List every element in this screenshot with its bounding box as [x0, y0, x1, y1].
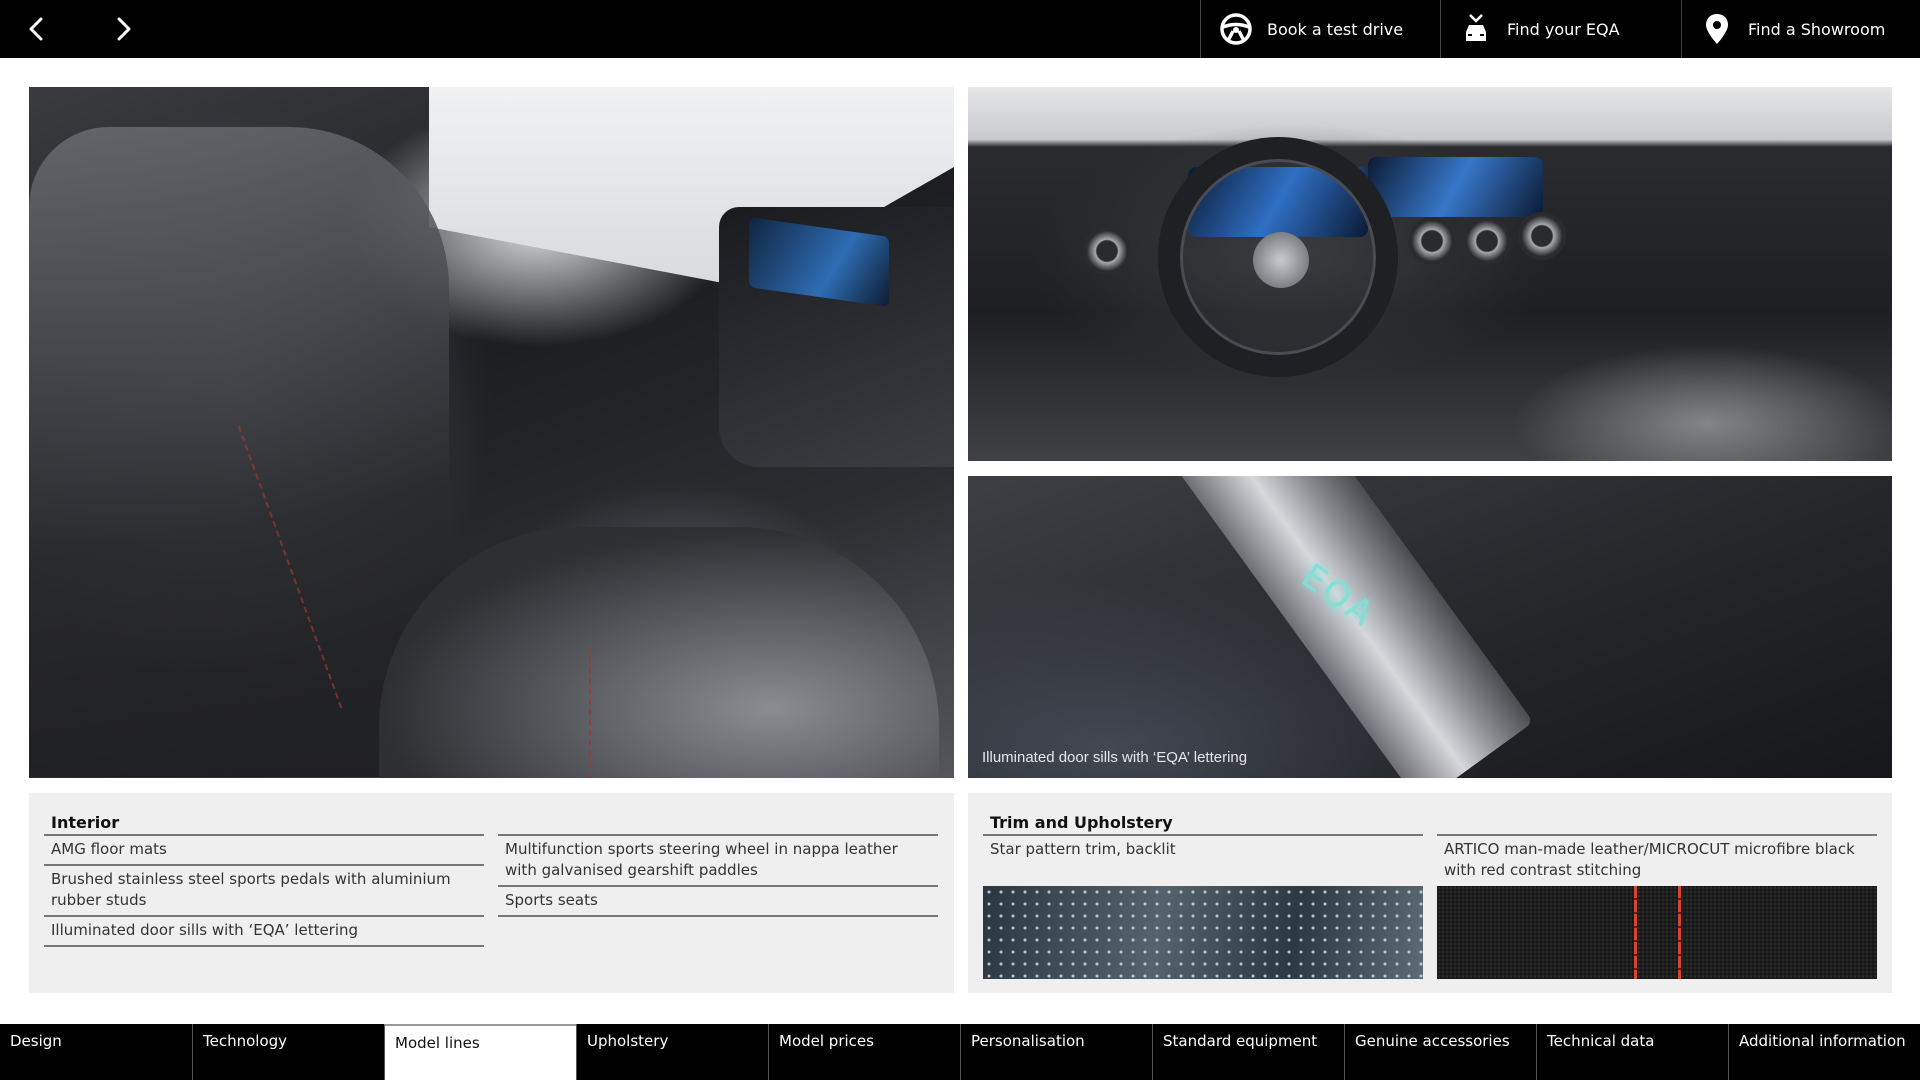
- tab-personalisation[interactable]: Personalisation: [960, 1024, 1152, 1080]
- star-pattern-swatch: [983, 886, 1423, 979]
- red-stitch-line: [1678, 886, 1681, 979]
- air-vent: [1408, 217, 1456, 265]
- car-search-icon: [1459, 12, 1493, 46]
- previous-page-button[interactable]: [19, 12, 53, 46]
- interior-panel: Interior AMG floor mats Brushed stainles…: [29, 793, 954, 993]
- find-your-eqa-button[interactable]: Find your EQA: [1440, 0, 1681, 58]
- red-stitch-line: [1634, 886, 1637, 979]
- door-sill-photo: EQA Illuminated door sills with ‘EQA’ le…: [968, 476, 1892, 778]
- feature-item: Sports seats: [498, 887, 938, 917]
- photo-caption: Illuminated door sills with ‘EQA’ letter…: [982, 749, 1248, 766]
- trim-upholstery-panel: Trim and Upholstery Star pattern trim, b…: [968, 793, 1892, 993]
- interior-column-2: Multifunction sports steering wheel in n…: [498, 809, 938, 917]
- top-bar: Book a test drive Find your EQA Find a S…: [0, 0, 1920, 58]
- tab-genuine-accessories[interactable]: Genuine accessories: [1344, 1024, 1536, 1080]
- tab-technology[interactable]: Technology: [192, 1024, 384, 1080]
- location-pin-icon: [1700, 12, 1734, 46]
- interior-title: Interior: [44, 809, 484, 836]
- divider: [1437, 809, 1877, 836]
- air-vent: [1518, 212, 1566, 260]
- find-your-eqa-label: Find your EQA: [1507, 19, 1620, 39]
- upholstery-option-label: ARTICO man-made leather/MICROCUT microfi…: [1444, 840, 1855, 879]
- trim-option-1: Trim and Upholstery Star pattern trim, b…: [983, 809, 1423, 979]
- tab-standard-equipment[interactable]: Standard equipment: [1152, 1024, 1344, 1080]
- air-vent: [1083, 227, 1131, 275]
- section-tabs: Design Technology Model lines Upholstery…: [0, 1024, 1920, 1080]
- trim-option-label: Star pattern trim, backlit: [990, 840, 1176, 858]
- feature-item: Illuminated door sills with ‘EQA’ letter…: [44, 917, 484, 947]
- feature-item: Multifunction sports steering wheel in n…: [498, 836, 938, 887]
- tab-model-prices[interactable]: Model prices: [768, 1024, 960, 1080]
- trim-title: Trim and Upholstery: [983, 809, 1423, 836]
- book-test-drive-label: Book a test drive: [1267, 19, 1404, 39]
- seat-cushion: [379, 527, 939, 778]
- tab-model-lines[interactable]: Model lines: [384, 1024, 576, 1080]
- feature-item: Brushed stainless steel sports pedals wi…: [44, 866, 484, 917]
- red-stitching: [589, 647, 591, 777]
- steering-wheel-icon: [1219, 12, 1253, 46]
- tab-upholstery[interactable]: Upholstery: [576, 1024, 768, 1080]
- leather-swatch: [1437, 886, 1877, 979]
- interior-seats-photo: [29, 87, 954, 778]
- chevron-left-icon: [29, 17, 43, 41]
- media-display: [1368, 157, 1543, 217]
- next-page-button[interactable]: [107, 12, 141, 46]
- tab-design[interactable]: Design: [0, 1024, 192, 1080]
- air-vent: [1463, 217, 1511, 265]
- tab-additional-information[interactable]: Additional information: [1728, 1024, 1920, 1080]
- interior-column-1: Interior AMG floor mats Brushed stainles…: [44, 809, 484, 947]
- mercedes-star-emblem: [1253, 232, 1309, 288]
- find-showroom-label: Find a Showroom: [1748, 19, 1886, 39]
- illuminated-door-sill: [1138, 476, 1534, 778]
- divider: [498, 809, 938, 836]
- cockpit-photo: [968, 87, 1892, 461]
- chevron-right-icon: [117, 17, 131, 41]
- feature-item: AMG floor mats: [44, 836, 484, 866]
- book-test-drive-button[interactable]: Book a test drive: [1200, 0, 1440, 58]
- find-showroom-button[interactable]: Find a Showroom: [1681, 0, 1920, 58]
- tab-technical-data[interactable]: Technical data: [1536, 1024, 1728, 1080]
- trim-option-2: ARTICO man-made leather/MICROCUT microfi…: [1437, 809, 1877, 979]
